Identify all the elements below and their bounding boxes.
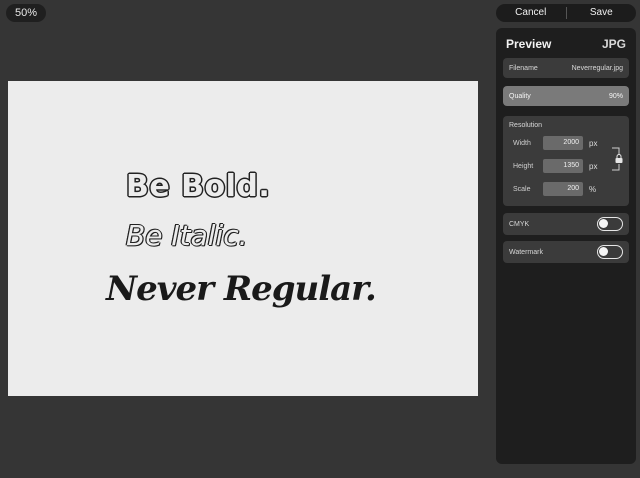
width-input[interactable]: 2000 [543,136,583,150]
width-label: Width [513,139,531,147]
quality-slider[interactable]: Quality 90% [503,86,629,106]
quality-label: Quality [509,92,531,100]
zoom-level[interactable]: 50% [6,4,46,22]
watermark-row: Watermark [503,241,629,263]
lock-icon[interactable] [611,146,623,172]
canvas-text-bold: Be Bold. [126,169,271,204]
cancel-button[interactable]: Cancel [496,4,566,22]
panel-title: Preview [506,37,552,51]
filename-row[interactable]: Filename Neverregular.jpg [503,58,629,78]
save-button[interactable]: Save [567,4,637,22]
watermark-toggle[interactable] [597,245,623,259]
canvas-text-script: Never Regular. [106,269,377,309]
height-unit: px [589,161,598,171]
filename-value[interactable]: Neverregular.jpg [572,65,623,72]
scale-input[interactable]: 200 [543,182,583,196]
height-label: Height [513,162,534,170]
format-label[interactable]: JPG [602,37,626,51]
width-unit: px [589,138,598,148]
scale-row: Scale 200 % [513,182,596,196]
cmyk-row: CMYK [503,213,629,235]
canvas-text-italic: Be Italic. [126,219,248,252]
resolution-label: Resolution [509,122,543,129]
height-row: Height 1350 px [513,159,597,173]
action-bar: Cancel Save [496,4,636,22]
watermark-toggle-knob [599,247,608,256]
preview-canvas: Be Bold. Be Italic. Never Regular. [8,81,478,396]
export-preview-panel: Preview JPG Filename Neverregular.jpg Qu… [496,28,636,464]
cmyk-toggle[interactable] [597,217,623,231]
resolution-group: Resolution Width 2000 px Height 1350 px … [503,116,629,206]
height-input[interactable]: 1350 [543,159,583,173]
cmyk-toggle-knob [599,219,608,228]
watermark-label: Watermark [509,248,543,256]
scale-label: Scale [513,185,531,193]
scale-unit: % [589,184,597,194]
width-row: Width 2000 px [513,136,597,150]
panel-header: Preview JPG [506,34,626,54]
quality-value: 90% [608,92,623,100]
cmyk-label: CMYK [509,220,530,228]
filename-label: Filename [509,64,538,72]
